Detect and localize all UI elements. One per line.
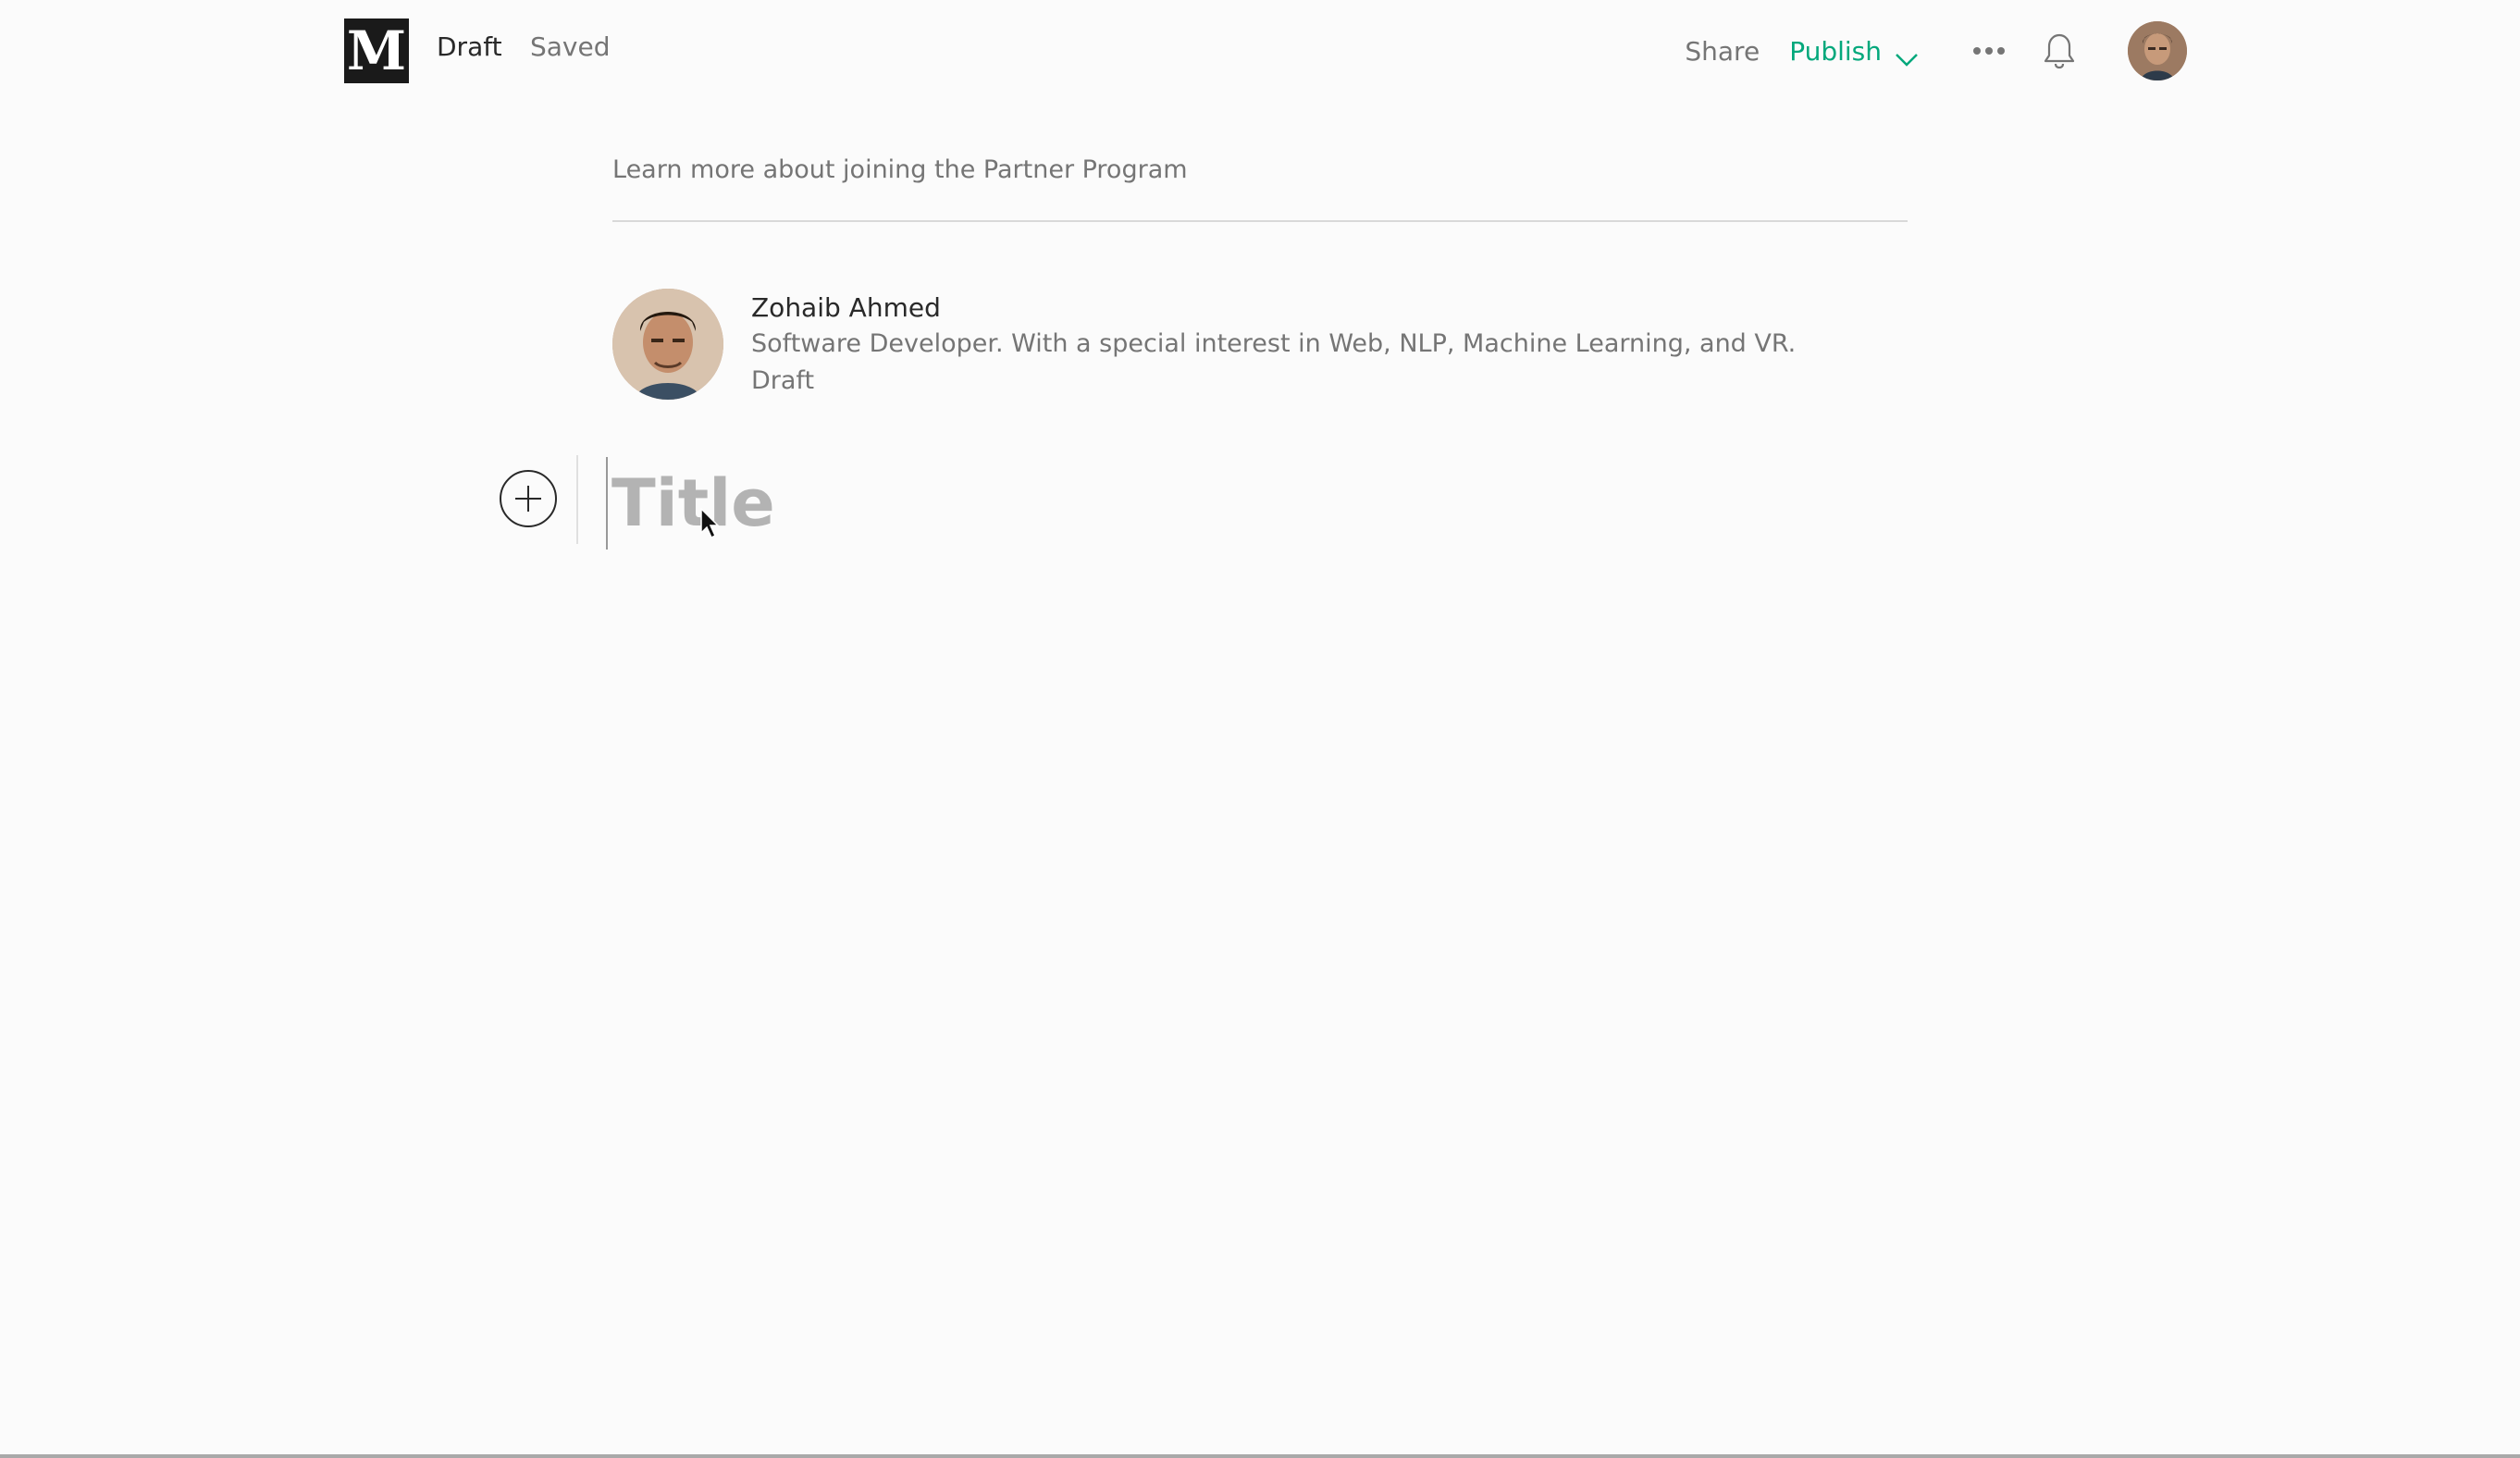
author-name[interactable]: Zohaib Ahmed <box>751 292 941 323</box>
save-status: Saved <box>530 31 611 62</box>
plus-circle-icon[interactable] <box>500 470 557 527</box>
title-input[interactable]: Title <box>606 457 1907 550</box>
window-bottom-edge <box>0 1454 2520 1458</box>
editor-gutter-rule <box>576 455 578 544</box>
mouse-pointer-icon <box>700 508 720 539</box>
more-horizontal-icon[interactable] <box>1970 32 2007 69</box>
author-bio: Software Developer. With a special inter… <box>751 329 1797 358</box>
header-actions: Share Publish <box>1685 20 2187 81</box>
post-state: Draft <box>751 366 815 395</box>
medium-logo[interactable]: M <box>344 19 409 83</box>
share-button[interactable]: Share <box>1685 36 1760 67</box>
top-bar: M Draft Saved Share Publish <box>0 0 2520 102</box>
chevron-down-icon <box>1895 43 1919 67</box>
publish-label: Publish <box>1789 35 1882 67</box>
author-avatar[interactable] <box>612 289 723 400</box>
user-avatar[interactable] <box>2128 21 2187 80</box>
draft-status: Draft <box>437 31 502 62</box>
publish-button[interactable]: Publish <box>1789 36 1919 67</box>
section-divider <box>612 220 1908 222</box>
partner-program-link[interactable]: Learn more about joining the Partner Pro… <box>612 155 1188 184</box>
bell-icon[interactable] <box>2041 31 2078 71</box>
